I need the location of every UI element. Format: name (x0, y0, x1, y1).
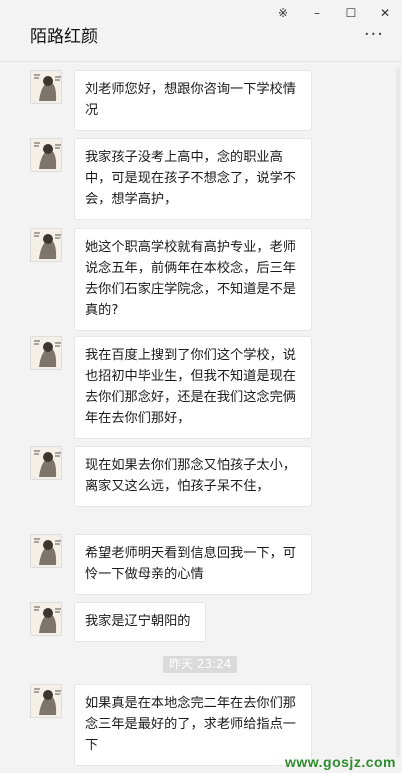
message-bubble: 我家孩子没考上高中，念的职业高中，可是现在孩子不想念了，说学不会，想学高护， (74, 138, 312, 220)
avatar[interactable] (30, 336, 62, 370)
more-options-icon[interactable]: ··· (364, 26, 384, 44)
message-bubble: 希望老师明天看到信息回我一下，可怜一下做母亲的心情 (74, 534, 312, 595)
watermark: www.gosjz.com (285, 754, 396, 770)
message-item: 我在百度上搜到了你们这个学校，说也招初中毕业生，但我不知道是现在去你们那念好，还… (30, 336, 312, 439)
message-item: 我家孩子没考上高中，念的职业高中，可是现在孩子不想念了，说学不会，想学高护， (30, 138, 312, 220)
avatar[interactable] (30, 602, 62, 636)
avatar[interactable] (30, 446, 62, 480)
pin-icon[interactable]: ※ (266, 0, 300, 26)
avatar[interactable] (30, 228, 62, 262)
message-timestamp: 昨天 23:24 (163, 656, 238, 673)
chat-header: 陌路红颜 ··· (0, 26, 402, 60)
chat-title: 陌路红颜 (30, 27, 98, 47)
message-bubble: 她这个职高学校就有高护专业，老师说念五年，前俩年在本校念，后三年去你们石家庄学院… (74, 228, 312, 331)
message-bubble: 如果真是在本地念完二年在去你们那念三年是最好的了，求老师给指点一下 (74, 684, 312, 766)
avatar[interactable] (30, 138, 62, 172)
window-controls: ※ – ☐ ✕ (266, 0, 402, 26)
message-bubble: 刘老师您好，想跟你咨询一下学校情况 (74, 70, 312, 131)
message-item: 如果真是在本地念完二年在去你们那念三年是最好的了，求老师给指点一下 (30, 684, 312, 766)
message-item: 我家是辽宁朝阳的 (30, 602, 206, 642)
scrollbar[interactable] (396, 68, 400, 758)
close-button[interactable]: ✕ (368, 0, 402, 26)
message-item: 刘老师您好，想跟你咨询一下学校情况 (30, 70, 312, 131)
message-bubble: 我在百度上搜到了你们这个学校，说也招初中毕业生，但我不知道是现在去你们那念好，还… (74, 336, 312, 439)
maximize-button[interactable]: ☐ (334, 0, 368, 26)
message-bubble: 现在如果去你们那念又怕孩子太小，离家又这么远，怕孩子呆不住， (74, 446, 312, 507)
message-list[interactable]: 刘老师您好，想跟你咨询一下学校情况 我家孩子没考上高中，念的职业高中，可是现在孩… (0, 62, 402, 773)
message-item: 希望老师明天看到信息回我一下，可怜一下做母亲的心情 (30, 534, 312, 595)
minimize-button[interactable]: – (300, 0, 334, 26)
avatar[interactable] (30, 684, 62, 718)
message-bubble: 我家是辽宁朝阳的 (74, 602, 206, 642)
message-item: 现在如果去你们那念又怕孩子太小，离家又这么远，怕孩子呆不住， (30, 446, 312, 507)
avatar[interactable] (30, 534, 62, 568)
message-item: 她这个职高学校就有高护专业，老师说念五年，前俩年在本校念，后三年去你们石家庄学院… (30, 228, 312, 331)
avatar[interactable] (30, 70, 62, 104)
